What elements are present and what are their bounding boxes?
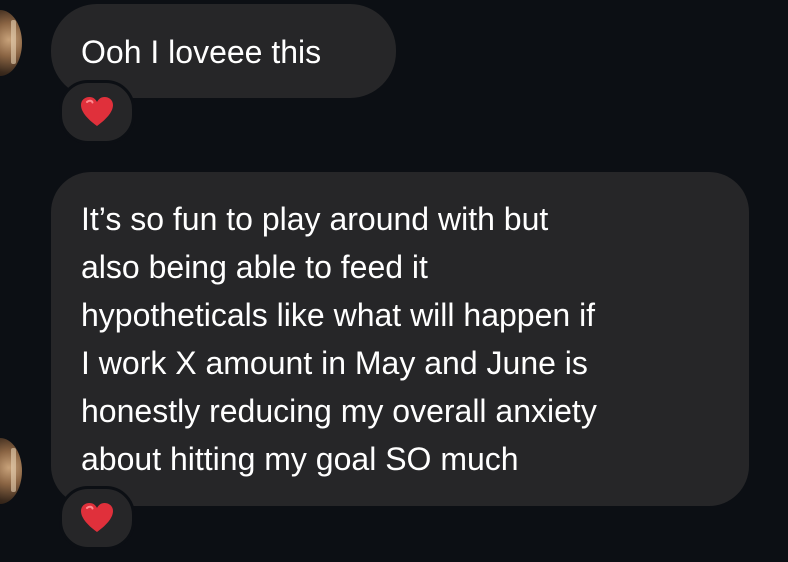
chat-thread: Ooh I loveee this It’s so fun to play ar… xyxy=(0,0,788,562)
message-line: I work X amount in May and June is xyxy=(81,345,588,381)
message-line: It’s so fun to play around with but xyxy=(81,201,549,237)
reaction-badge[interactable] xyxy=(59,486,135,550)
reaction-badge[interactable] xyxy=(59,80,135,144)
message-line: honestly reducing my overall anxiety xyxy=(81,393,597,429)
heart-emoji-icon xyxy=(81,97,113,126)
message-line: about hitting my goal SO much xyxy=(81,441,519,477)
message-bubble[interactable]: It’s so fun to play around with but also… xyxy=(51,172,749,506)
message-text: Ooh I loveee this xyxy=(81,34,322,70)
message-line: hypotheticals like what will happen if xyxy=(81,297,596,333)
sender-avatar[interactable] xyxy=(0,10,22,76)
message-line: also being able to feed it xyxy=(81,249,428,285)
sender-avatar[interactable] xyxy=(0,438,22,504)
heart-emoji-icon xyxy=(81,503,113,532)
